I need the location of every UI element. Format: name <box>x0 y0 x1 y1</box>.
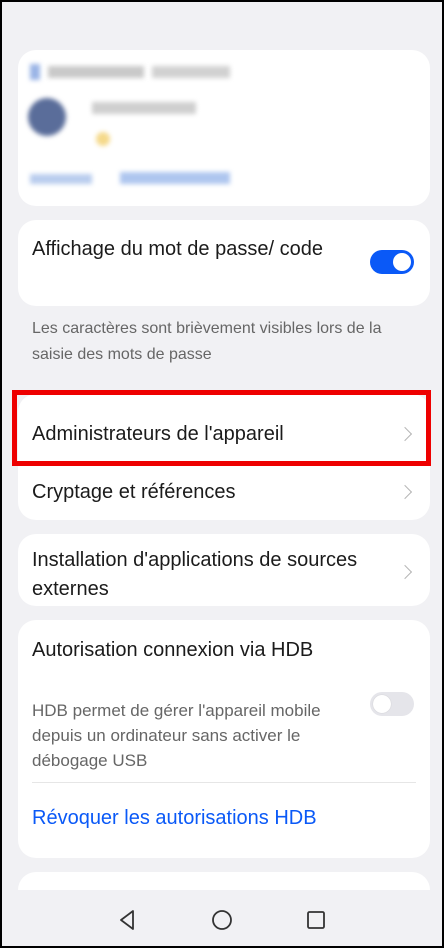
hdb-label: Autorisation connexion via HDB <box>32 639 314 661</box>
encryption-item[interactable]: Cryptage et références <box>18 466 430 520</box>
blurred-block <box>92 102 196 114</box>
screen: Affichage du mot de passe/ code Les cara… <box>2 2 442 946</box>
password-display-toggle[interactable] <box>370 250 414 274</box>
highlight-box <box>12 390 431 466</box>
account-card-blurred[interactable] <box>18 50 430 206</box>
chevron-right-icon <box>397 564 413 580</box>
password-display-description: Les caractères sont brièvement visibles … <box>32 320 382 363</box>
divider <box>32 782 416 783</box>
blurred-block <box>30 174 92 184</box>
blurred-block <box>30 64 40 80</box>
blurred-block <box>48 66 144 78</box>
password-display-label: Affichage du mot de passe/ code <box>32 238 323 260</box>
encryption-label: Cryptage et références <box>32 481 236 503</box>
home-circle-icon[interactable] <box>210 908 234 932</box>
hdb-toggle[interactable] <box>370 692 414 716</box>
external-install-item[interactable]: Installation d'applications de sources e… <box>18 534 430 606</box>
external-install-label: Installation d'applications de sources e… <box>32 549 358 600</box>
blurred-block <box>152 66 230 78</box>
chevron-right-icon <box>397 484 413 500</box>
password-display-card[interactable]: Affichage du mot de passe/ code <box>18 220 430 306</box>
revoke-hdb-link[interactable]: Révoquer les autorisations HDB <box>32 804 317 833</box>
avatar <box>28 98 66 136</box>
back-triangle-icon[interactable] <box>116 908 140 932</box>
blurred-block <box>96 132 110 146</box>
recent-square-icon[interactable] <box>304 908 328 932</box>
blurred-block <box>120 172 230 184</box>
hdb-item[interactable]: Autorisation connexion via HDB HDB perme… <box>18 620 430 780</box>
hdb-description: HDB permet de gérer l'appareil mobile de… <box>32 701 321 770</box>
hdb-card: Autorisation connexion via HDB HDB perme… <box>18 620 430 858</box>
navigation-bar <box>2 890 442 946</box>
